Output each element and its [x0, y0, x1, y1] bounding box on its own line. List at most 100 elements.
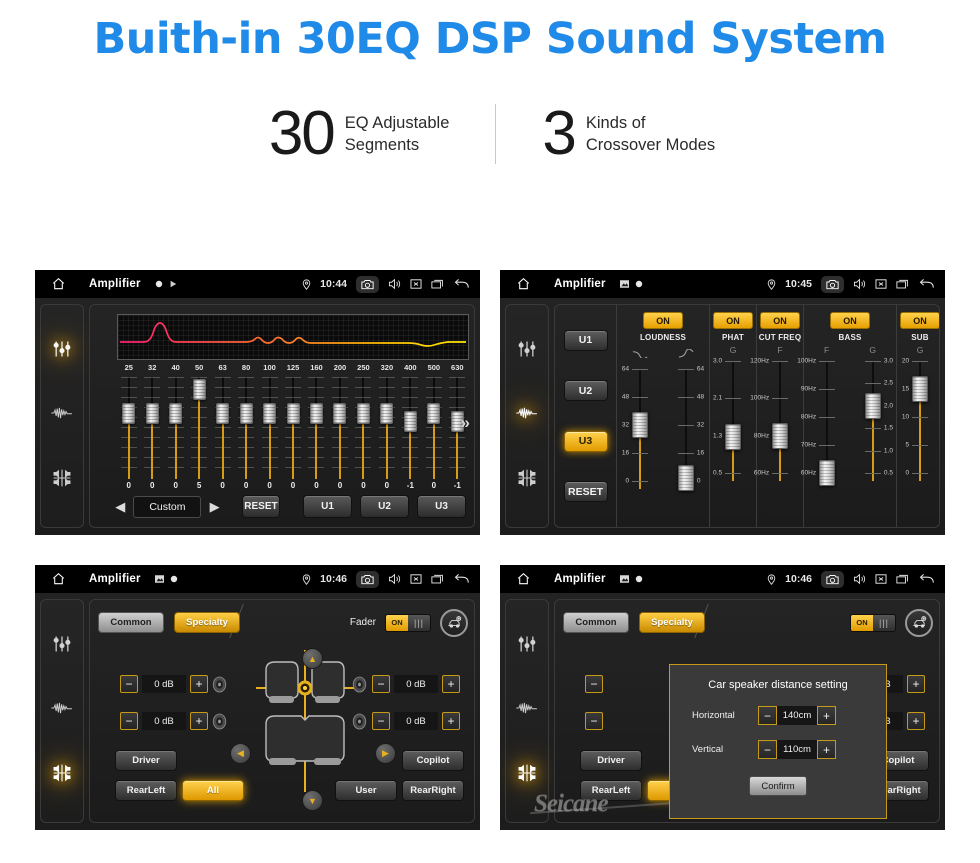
- crossover-reset-button[interactable]: RESET: [563, 481, 608, 503]
- user-preset-u2-button[interactable]: U2: [360, 495, 409, 518]
- volume-icon[interactable]: [853, 278, 866, 290]
- crossover-slider[interactable]: 3.0 2.5 2.0 1.5 1.0 0.5: [850, 357, 896, 485]
- volume-icon[interactable]: [388, 573, 401, 585]
- bass-on-button[interactable]: ON: [830, 312, 870, 329]
- camera-icon[interactable]: [821, 275, 844, 293]
- recents-icon[interactable]: [431, 278, 444, 290]
- phat-on-button[interactable]: ON: [713, 312, 753, 329]
- recents-icon[interactable]: [431, 573, 444, 585]
- seat-button-copilot[interactable]: Copilot: [402, 750, 464, 771]
- gain-minus-button[interactable]: −: [372, 675, 390, 693]
- eq-band-63[interactable]: [211, 377, 234, 479]
- gain-plus-button[interactable]: +: [190, 675, 208, 693]
- back-icon[interactable]: [453, 278, 470, 290]
- confirm-button[interactable]: Confirm: [749, 776, 807, 796]
- gain-minus-button[interactable]: −: [585, 712, 603, 730]
- slider-knob[interactable]: [819, 460, 835, 486]
- seat-button-user[interactable]: User: [335, 780, 397, 801]
- close-box-icon[interactable]: [410, 573, 422, 585]
- eq-knob[interactable]: [403, 411, 417, 432]
- user-preset-u1-button[interactable]: U1: [303, 495, 352, 518]
- balance-icon[interactable]: [52, 763, 72, 788]
- volume-icon[interactable]: [853, 573, 866, 585]
- dpad-right-button[interactable]: ▶: [375, 743, 396, 764]
- tab-specialty[interactable]: Specialty: [174, 612, 240, 633]
- eq-band-320[interactable]: [375, 377, 398, 479]
- crossover-preset-u1-button[interactable]: U1: [563, 329, 608, 351]
- dpad-down-button[interactable]: ▼: [302, 790, 323, 811]
- crossover-slider[interactable]: 20 15 10 5 0: [897, 357, 939, 485]
- seat-button-rearright[interactable]: RearRight: [402, 780, 464, 801]
- horizontal-plus-button[interactable]: +: [817, 706, 836, 725]
- eq-band-40[interactable]: [164, 377, 187, 479]
- vertical-plus-button[interactable]: +: [817, 740, 836, 759]
- eq-band-125[interactable]: [281, 377, 304, 479]
- slider-knob[interactable]: [632, 412, 648, 438]
- eq-band-80[interactable]: [234, 377, 257, 479]
- preset-next-button[interactable]: ▶: [208, 499, 220, 515]
- gain-plus-button[interactable]: +: [190, 712, 208, 730]
- waveform-icon[interactable]: [516, 404, 538, 427]
- tab-specialty[interactable]: Specialty: [639, 612, 705, 633]
- eq-band-250[interactable]: [352, 377, 375, 479]
- eq-more-bands-button[interactable]: »: [461, 413, 470, 433]
- close-box-icon[interactable]: [875, 278, 887, 290]
- crossover-slider[interactable]: 120Hz 100Hz 80Hz 60Hz: [750, 357, 803, 485]
- eq-knob[interactable]: [192, 379, 206, 400]
- eq-band-25[interactable]: [117, 377, 140, 479]
- horizontal-minus-button[interactable]: −: [758, 706, 777, 725]
- dpad-up-button[interactable]: ▲: [302, 648, 323, 669]
- eq-knob[interactable]: [380, 403, 394, 424]
- slider-knob[interactable]: [725, 424, 741, 451]
- seat-button-driver[interactable]: Driver: [115, 750, 177, 771]
- balance-icon[interactable]: [517, 763, 537, 788]
- seat-button-all[interactable]: All: [182, 780, 244, 801]
- home-icon[interactable]: [45, 277, 71, 291]
- recents-icon[interactable]: [896, 278, 909, 290]
- eq-sliders-icon[interactable]: [517, 339, 537, 364]
- home-icon[interactable]: [510, 572, 536, 586]
- eq-band-500[interactable]: [422, 377, 445, 479]
- car-speaker-icon[interactable]: [440, 608, 468, 637]
- eq-sliders-icon[interactable]: [52, 339, 72, 364]
- gain-minus-button[interactable]: −: [585, 675, 603, 693]
- back-icon[interactable]: [918, 278, 935, 290]
- back-icon[interactable]: [918, 573, 935, 585]
- cut-freq-on-button[interactable]: ON: [760, 312, 800, 329]
- tab-common[interactable]: Common: [98, 612, 164, 633]
- eq-knob[interactable]: [333, 403, 347, 424]
- eq-band-32[interactable]: [140, 377, 163, 479]
- reset-button[interactable]: RESET: [241, 495, 280, 518]
- gain-plus-button[interactable]: +: [442, 675, 460, 693]
- loudness-on-button[interactable]: ON: [643, 312, 683, 329]
- gain-minus-button[interactable]: −: [120, 675, 138, 693]
- dpad-left-button[interactable]: ◀: [230, 743, 251, 764]
- eq-knob[interactable]: [263, 403, 277, 424]
- eq-sliders-icon[interactable]: [52, 634, 72, 659]
- crossover-preset-u2-button[interactable]: U2: [563, 380, 608, 402]
- eq-band-100[interactable]: [258, 377, 281, 479]
- eq-band-50[interactable]: [187, 377, 210, 479]
- eq-knob[interactable]: [309, 403, 323, 424]
- waveform-icon[interactable]: [51, 404, 73, 427]
- crossover-slider[interactable]: 64 48 32 16 0: [663, 365, 709, 493]
- gain-minus-button[interactable]: −: [372, 712, 390, 730]
- back-icon[interactable]: [453, 573, 470, 585]
- eq-knob[interactable]: [216, 403, 230, 424]
- sub-on-button[interactable]: ON: [900, 312, 939, 329]
- eq-knob[interactable]: [239, 403, 253, 424]
- waveform-icon[interactable]: [516, 699, 538, 722]
- seat-button-rearleft[interactable]: RearLeft: [115, 780, 177, 801]
- eq-knob[interactable]: [169, 403, 183, 424]
- crossover-slider[interactable]: 64 48 32 16 0: [617, 365, 663, 493]
- fader-toggle[interactable]: ON |||: [385, 613, 431, 632]
- close-box-icon[interactable]: [410, 278, 422, 290]
- camera-icon[interactable]: [821, 570, 844, 588]
- crossover-preset-u3-button[interactable]: U3: [563, 430, 608, 452]
- waveform-icon[interactable]: [51, 699, 73, 722]
- slider-knob[interactable]: [865, 392, 881, 419]
- close-box-icon[interactable]: [875, 573, 887, 585]
- vertical-minus-button[interactable]: −: [758, 740, 777, 759]
- preset-prev-button[interactable]: ◀: [114, 499, 126, 515]
- seat-diagram[interactable]: [250, 646, 360, 796]
